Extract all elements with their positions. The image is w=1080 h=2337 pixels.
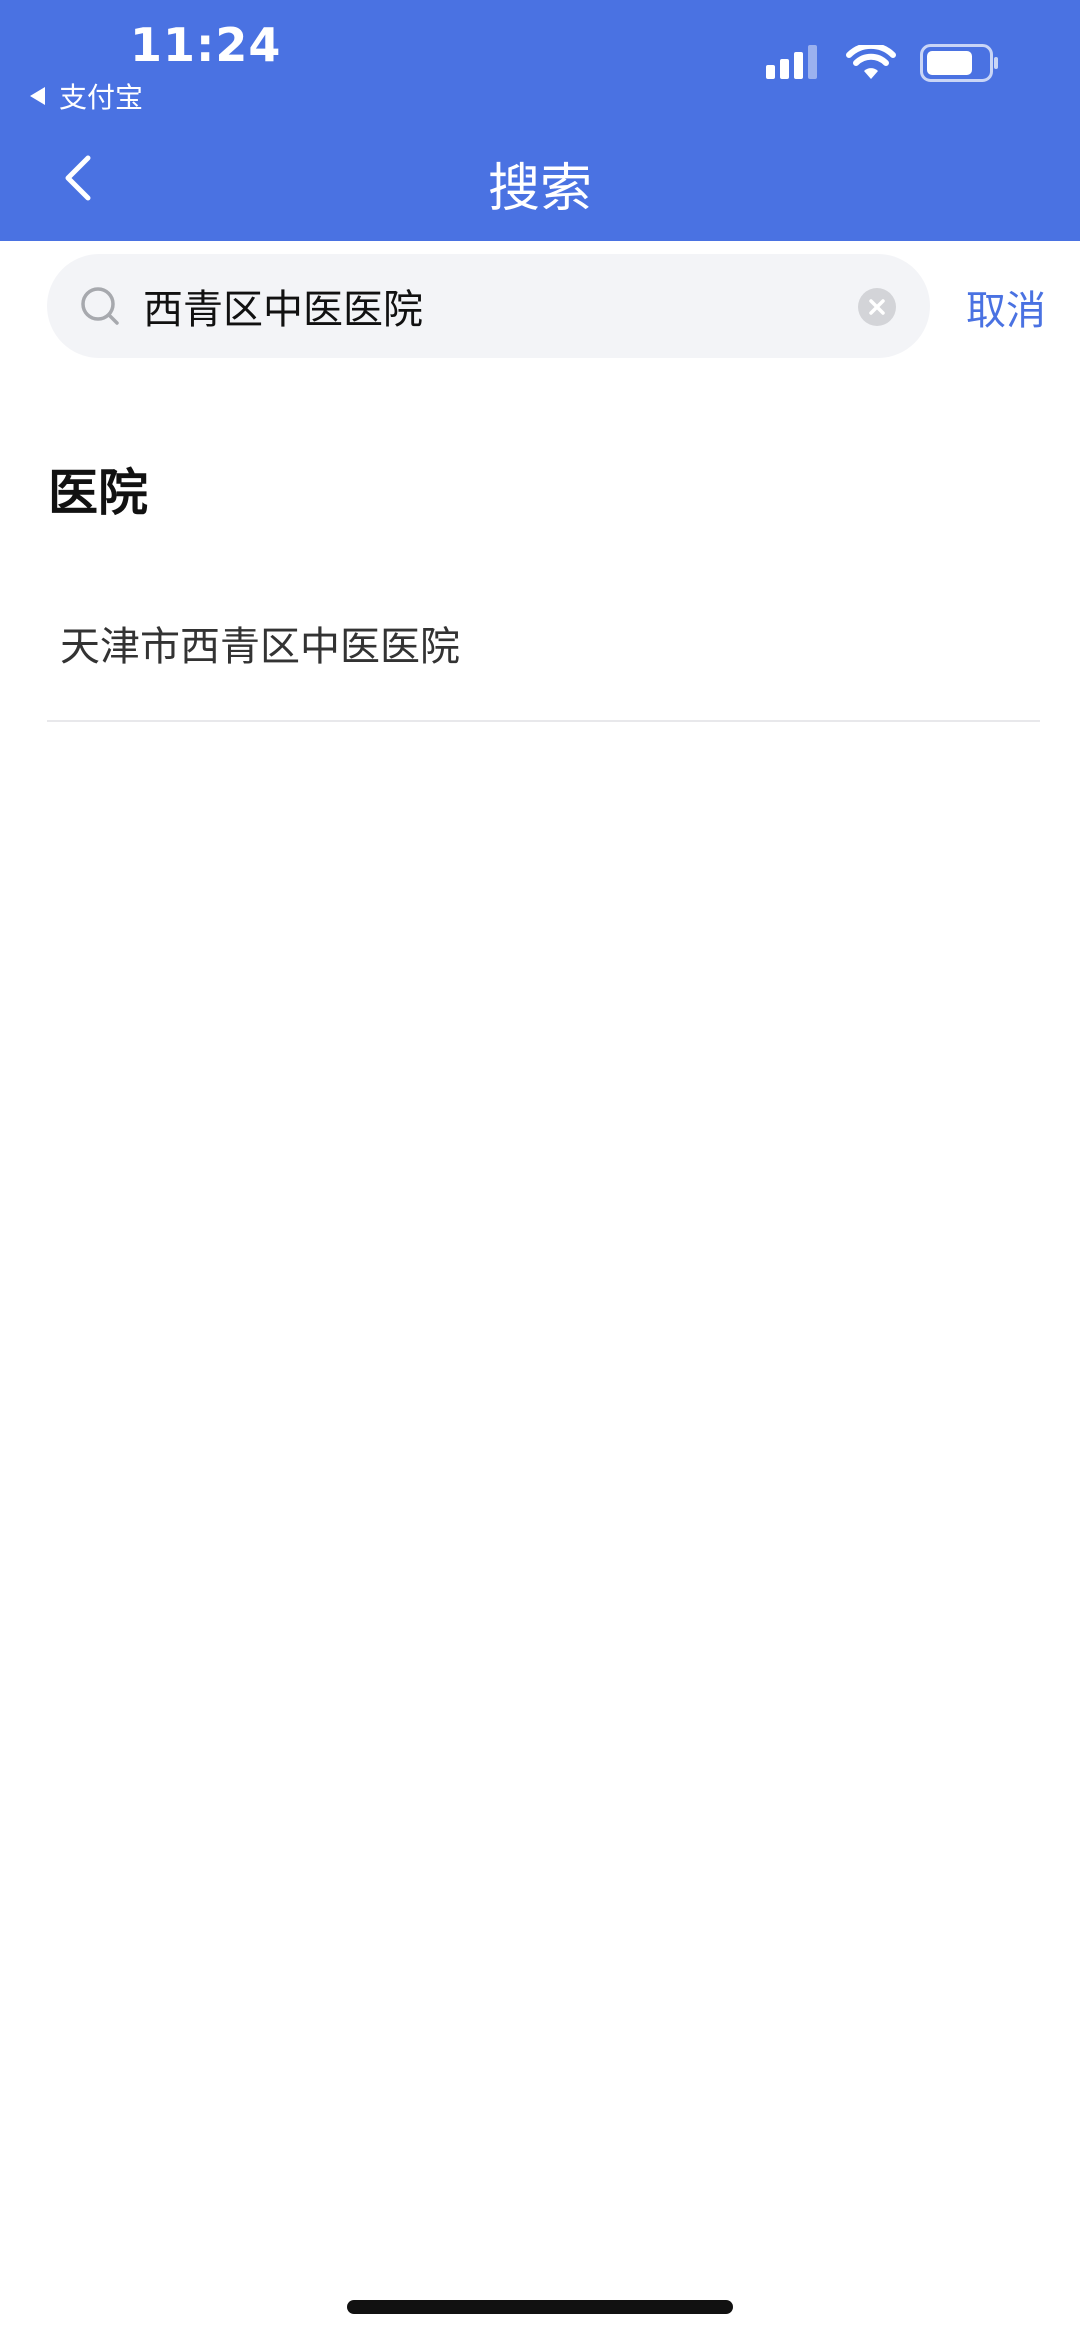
section-title-hospital: 医院	[48, 464, 148, 522]
cancel-button[interactable]: 取消	[966, 278, 1046, 336]
list-item[interactable]: 天津市西青区中医医院	[47, 590, 1040, 722]
back-triangle-icon	[30, 87, 45, 105]
app-header: 11:24 支付宝 搜索	[0, 0, 1080, 241]
clear-x-icon	[869, 299, 885, 315]
home-indicator[interactable]	[347, 2300, 733, 2314]
wifi-icon	[846, 45, 896, 79]
clear-icon[interactable]	[858, 288, 896, 326]
search-icon	[81, 287, 119, 325]
status-icons	[766, 44, 1000, 82]
search-input[interactable]	[143, 254, 863, 358]
back-to-app-link[interactable]: 支付宝	[30, 76, 143, 116]
search-bar[interactable]	[47, 254, 930, 358]
list-item-label: 天津市西青区中医医院	[60, 624, 460, 670]
battery-icon	[920, 44, 998, 82]
signal-icon	[766, 45, 817, 79]
status-time: 11:24	[130, 18, 282, 72]
back-app-label: 支付宝	[59, 81, 144, 114]
page-title: 搜索	[487, 159, 592, 219]
